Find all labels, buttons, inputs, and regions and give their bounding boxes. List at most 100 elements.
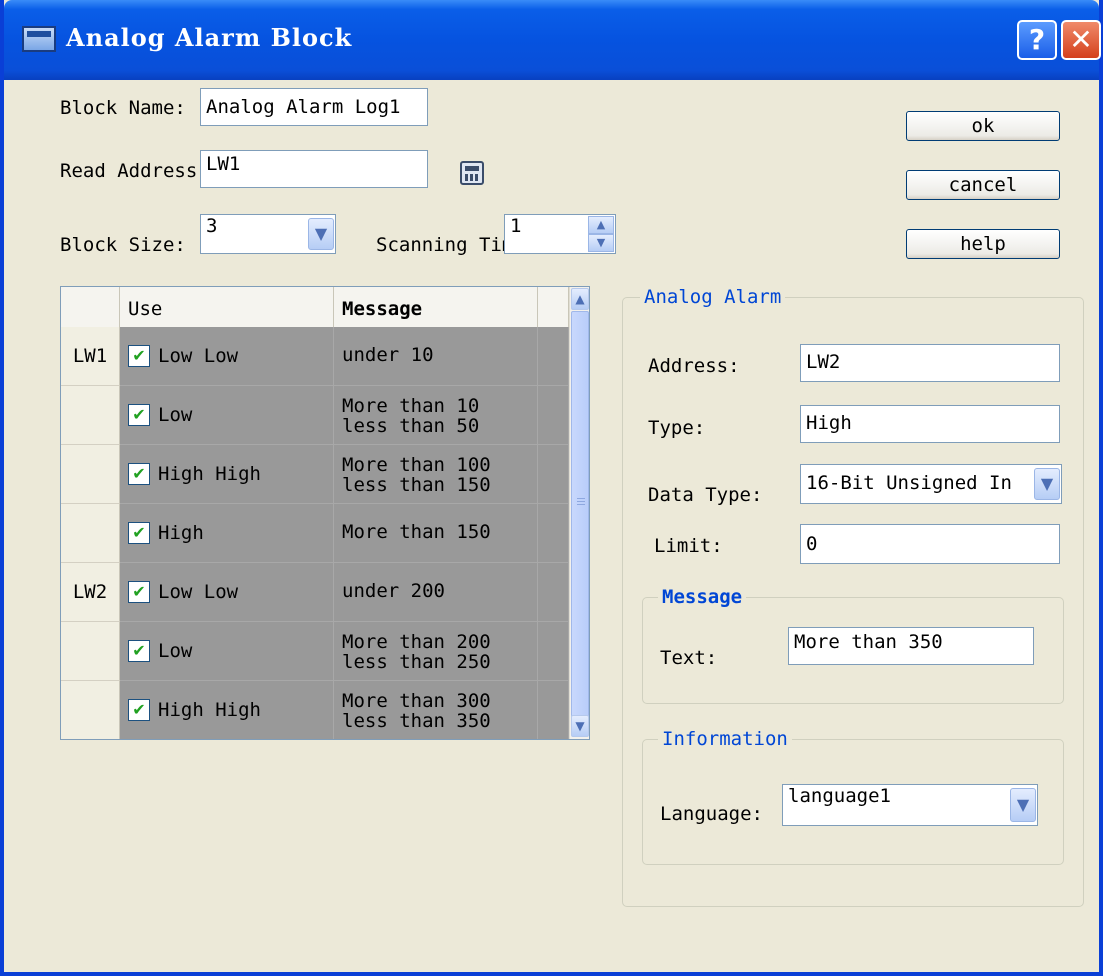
scroll-thumb[interactable] [571,311,589,731]
use-checkbox[interactable]: ✔ [128,345,150,367]
row-address [61,622,120,681]
address-keypad-icon[interactable] [460,161,484,185]
column-header-blank [538,287,569,327]
language-select[interactable]: language1 [782,784,1038,826]
data-type-select[interactable]: 16-Bit Unsigned In [800,464,1062,504]
block-size-label: Block Size: [60,234,186,256]
alarm-type-input[interactable]: High [800,405,1060,443]
use-cell[interactable]: ✔ High High [120,445,334,504]
scanning-time-value: 1 [510,215,522,237]
use-cell[interactable]: ✔ Low Low [120,563,334,622]
data-type-dropdown-icon[interactable]: ▼ [1034,468,1060,500]
data-type-label: Data Type: [648,484,763,506]
use-label: High [158,522,204,544]
title-help-button[interactable]: ? [1017,20,1057,60]
message-cell[interactable]: under 10 [334,327,538,386]
use-label: Low [158,404,193,426]
row-address [61,386,120,445]
information-group-title: Information [658,728,792,750]
title-bar[interactable]: Analog Alarm Block ? ✕ [4,0,1101,80]
scroll-grip [577,498,585,506]
table-row[interactable]: ✔ High High More than 300 less than 350 [61,681,569,739]
table-row[interactable]: ✔ High High More than 100 less than 150 [61,445,569,504]
message-text-input[interactable]: More than 350 [788,627,1034,665]
analog-alarm-group-title: Analog Alarm [640,286,786,308]
row-address: LW1 [61,327,120,386]
language-value: language1 [788,785,891,807]
scroll-down-icon[interactable]: ▼ [571,715,589,737]
alarm-type-label: Type: [648,417,706,439]
alarm-grid: Use Message LW1 ✔ Low Low under 10 ✔ Low More … [60,286,590,740]
row-address: LW2 [61,563,120,622]
scroll-up-icon[interactable]: ▲ [571,288,589,310]
message-cell[interactable]: More than 200 less than 250 [334,622,538,681]
window-app-icon [22,26,56,52]
language-dropdown-icon[interactable]: ▼ [1010,788,1036,822]
table-row[interactable]: ✔ High More than 150 [61,504,569,563]
use-checkbox[interactable]: ✔ [128,463,150,485]
message-group-title: Message [658,586,747,608]
message-cell[interactable]: under 200 [334,563,538,622]
table-row[interactable]: LW2 ✔ Low Low under 200 [61,563,569,622]
grid-header: Use Message [61,287,569,328]
block-name-input[interactable]: Analog Alarm Log1 [200,88,428,126]
use-label: High High [158,699,261,721]
block-name-label: Block Name: [60,97,186,119]
alarm-address-input[interactable]: LW2 [800,344,1060,382]
message-cell[interactable]: More than 300 less than 350 [334,681,538,739]
analog-alarm-block-dialog: Analog Alarm Block ? ✕ Block Name: Analo… [0,0,1103,976]
limit-label: Limit: [654,535,723,557]
use-checkbox[interactable]: ✔ [128,404,150,426]
extra-cell [538,327,569,386]
extra-cell [538,622,569,681]
message-cell[interactable]: More than 10 less than 50 [334,386,538,445]
spin-down-icon[interactable]: ▼ [588,234,614,252]
use-checkbox[interactable]: ✔ [128,699,150,721]
use-cell[interactable]: ✔ Low [120,622,334,681]
ok-button[interactable]: ok [906,111,1060,141]
use-cell[interactable]: ✔ Low [120,386,334,445]
column-header-use[interactable]: Use [120,287,334,327]
use-cell[interactable]: ✔ High [120,504,334,563]
language-label: Language: [660,803,763,825]
extra-cell [538,445,569,504]
extra-cell [538,504,569,563]
message-text-label: Text: [660,647,718,669]
data-type-value: 16-Bit Unsigned In [806,472,1012,494]
table-row[interactable]: ✔ Low More than 10 less than 50 [61,386,569,445]
column-header-message[interactable]: Message [334,287,538,327]
help-button[interactable]: help [906,229,1060,259]
use-label: High High [158,463,261,485]
extra-cell [538,386,569,445]
read-address-label: Read Address [60,160,198,182]
scanning-time-spinner[interactable]: ▲ ▼ [588,216,614,252]
use-cell[interactable]: ✔ High High [120,681,334,739]
spin-up-icon[interactable]: ▲ [588,216,614,234]
message-cell[interactable]: More than 150 [334,504,538,563]
window-title: Analog Alarm Block [66,23,353,52]
limit-input[interactable]: 0 [800,524,1060,564]
table-row[interactable]: ✔ Low More than 200 less than 250 [61,622,569,681]
extra-cell [538,681,569,739]
use-cell[interactable]: ✔ Low Low [120,327,334,386]
title-close-button[interactable]: ✕ [1061,20,1101,60]
block-size-value: 3 [206,215,218,237]
row-address [61,445,120,504]
table-row[interactable]: LW1 ✔ Low Low under 10 [61,327,569,386]
extra-cell [538,563,569,622]
alarm-address-label: Address: [648,355,740,377]
use-checkbox[interactable]: ✔ [128,581,150,603]
grid-vertical-scrollbar[interactable]: ▲ ▼ [569,287,589,739]
block-size-dropdown-icon[interactable]: ▼ [308,218,334,250]
grid-header-corner [61,287,120,327]
use-label: Low Low [158,581,239,603]
message-cell[interactable]: More than 100 less than 150 [334,445,538,504]
use-checkbox[interactable]: ✔ [128,522,150,544]
use-label: Low [158,640,193,662]
use-label: Low Low [158,345,239,367]
row-address [61,504,120,563]
cancel-button[interactable]: cancel [906,170,1060,200]
use-checkbox[interactable]: ✔ [128,640,150,662]
scanning-time-label: Scanning Tim [376,234,514,256]
read-address-input[interactable]: LW1 [200,150,428,188]
